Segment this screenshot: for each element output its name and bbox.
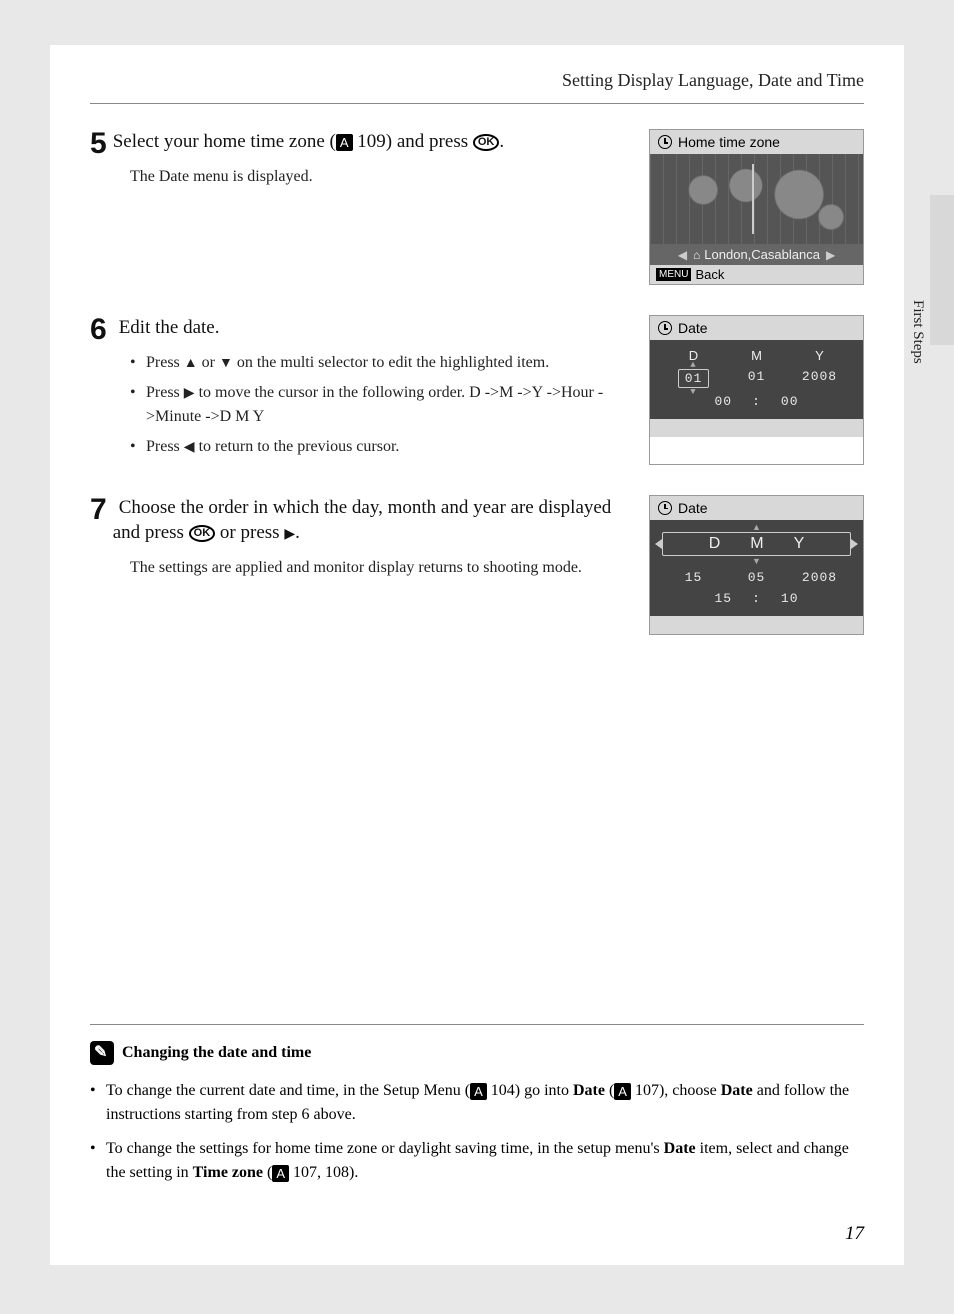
side-section-label: First Steps [909, 300, 926, 364]
timezone-name: London,Casablanca [704, 247, 820, 262]
chevron-right-icon: ▶ [824, 248, 837, 262]
note-box: Changing the date and time To change the… [90, 1024, 864, 1195]
lcd-timezone-foot: MENU Back [650, 265, 863, 284]
step-6-title-text: Edit the date. [119, 317, 220, 338]
step-6-bullet-3: Press ◀ to return to the previous cursor… [130, 435, 629, 459]
step-7-text-b: or press [215, 522, 284, 543]
ok-button-icon: OK [189, 525, 216, 542]
lcd-date-2-foot [650, 616, 863, 634]
step-5-number: 5 [90, 129, 107, 159]
clock-icon [658, 135, 672, 149]
step-5-title: 5 Select your home time zone (A 109) and… [90, 129, 629, 155]
step-6-number: 6 [90, 315, 107, 345]
d-value: 15 [662, 570, 725, 585]
lcd-date-1-title-text: Date [678, 320, 708, 336]
m-value: 05 [725, 570, 788, 585]
lcd-timezone-title: Home time zone [650, 130, 863, 154]
lcd-date-2-body: ▲ D M Y ▼ 15 05 2008 15 : 10 [650, 520, 863, 616]
lcd-date-1-title: Date [650, 316, 863, 340]
lcd-date-2-title-text: Date [678, 500, 708, 516]
y-label: Y [788, 348, 851, 363]
note-title: Changing the date and time [90, 1041, 864, 1065]
step-6-body: Press ▲ or ▼ on the multi selector to ed… [130, 351, 629, 459]
step-6-title: 6 Edit the date. [90, 315, 629, 341]
right-arrow-icon: ▶ [284, 527, 295, 542]
lcd-date-2: Date ▲ D M Y ▼ 15 05 2008 [649, 495, 864, 635]
time-row: 15 : 10 [650, 591, 863, 616]
clock-icon [658, 501, 672, 515]
menu-badge: MENU [656, 268, 691, 281]
left-arrow-icon: ◀ [184, 440, 195, 455]
minute-value: 10 [781, 591, 799, 606]
page-ref-icon: A [336, 134, 353, 152]
back-label: Back [695, 267, 724, 282]
lcd-date-2-title: Date [650, 496, 863, 520]
ok-button-icon: OK [473, 134, 500, 151]
m-value: 01 [725, 369, 788, 388]
home-icon: ⌂ [693, 248, 700, 262]
m-label: M [725, 348, 788, 363]
lcd-timezone: Home time zone ◀ ⌂ London,Casablanca ▶ M… [649, 129, 864, 285]
world-map [650, 154, 863, 244]
note-item-1: To change the current date and time, in … [90, 1079, 864, 1127]
y-value: 2008 [788, 570, 851, 585]
d-value: ▲01▼ [662, 369, 725, 388]
minute-value: 00 [781, 394, 799, 409]
y-value: 2008 [788, 369, 851, 388]
page-ref-icon: A [614, 1083, 631, 1101]
lcd-date-1-foot [650, 419, 863, 437]
dmy-order-selector: D M Y [662, 532, 851, 556]
page-ref-icon: A [272, 1165, 289, 1183]
y-label: Y [794, 535, 805, 553]
right-arrow-icon: ▶ [184, 386, 195, 401]
chevron-left-icon: ◀ [676, 248, 689, 262]
lcd-date-1-body: D M Y ▲01▼ 01 2008 00 : 00 [650, 340, 863, 419]
clock-icon [658, 321, 672, 335]
timezone-marker [752, 164, 754, 234]
step-7: 7 Choose the order in which the day, mon… [90, 495, 864, 635]
step-6: 6 Edit the date. Press ▲ or ▼ on the mul… [90, 315, 864, 465]
page-header: Setting Display Language, Date and Time [90, 70, 864, 103]
note-list: To change the current date and time, in … [90, 1079, 864, 1185]
hour-value: 15 [714, 591, 732, 606]
note-item-2: To change the settings for home time zon… [90, 1137, 864, 1185]
page: Setting Display Language, Date and Time … [50, 45, 904, 1265]
header-rule [90, 103, 864, 104]
time-row: 00 : 00 [650, 394, 863, 419]
step-5: 5 Select your home time zone (A 109) and… [90, 129, 864, 285]
page-ref-icon: A [470, 1083, 487, 1101]
note-title-text: Changing the date and time [122, 1044, 311, 1062]
time-colon: : [752, 591, 761, 606]
lcd-timezone-body: ◀ ⌂ London,Casablanca ▶ [650, 154, 863, 265]
page-number: 17 [845, 1223, 864, 1245]
step-5-body: The Date menu is displayed. [130, 165, 629, 189]
step-7-text-a: Choose the order in which the day, month… [113, 497, 612, 544]
step-7-body: The settings are applied and monitor dis… [130, 556, 629, 580]
step-5-text-c: . [499, 131, 504, 152]
step-6-bullet-1: Press ▲ or ▼ on the multi selector to ed… [130, 351, 629, 375]
step-7-title: 7 Choose the order in which the day, mon… [90, 495, 629, 546]
step-7-number: 7 [90, 495, 107, 525]
m-label: M [750, 535, 763, 553]
step-5-text-a: Select your home time zone ( [113, 131, 336, 152]
d-label: D [709, 535, 721, 553]
step-5-text-b: 109) and press [353, 131, 473, 152]
timezone-bar: ◀ ⌂ London,Casablanca ▶ [650, 244, 863, 265]
time-colon: : [752, 394, 761, 409]
lcd-timezone-title-text: Home time zone [678, 134, 780, 150]
step-7-text-c: . [295, 522, 300, 543]
note-icon [90, 1041, 114, 1065]
lcd-date-1: Date D M Y ▲01▼ 01 2008 00 : 00 [649, 315, 864, 465]
side-tab [930, 195, 954, 345]
hour-value: 00 [714, 394, 732, 409]
step-6-bullet-2: Press ▶ to move the cursor in the follow… [130, 381, 629, 429]
down-arrow-icon: ▼ [219, 356, 233, 371]
up-arrow-icon: ▲ [184, 356, 198, 371]
